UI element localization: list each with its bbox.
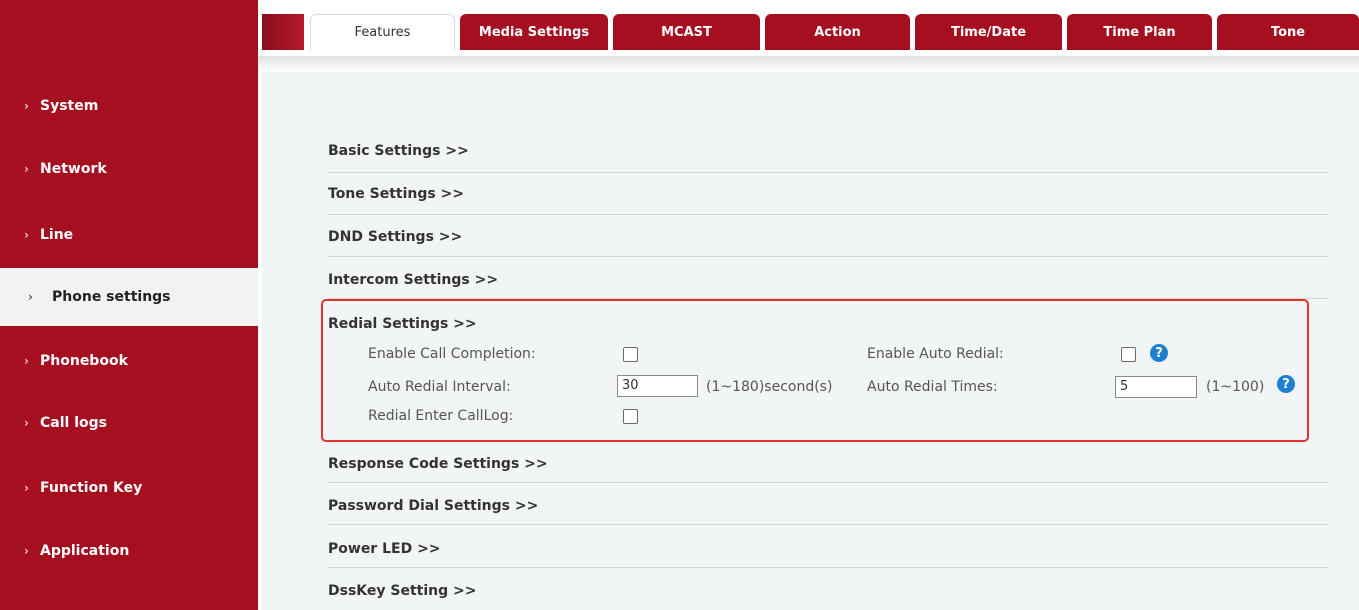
enable-call-completion-checkbox[interactable] [623, 347, 638, 362]
top-bar-shadow [258, 56, 1359, 72]
enable-auto-redial-label: Enable Auto Redial: [867, 346, 1004, 362]
sidebar-item-line[interactable]: › Line [0, 206, 258, 264]
help-icon[interactable]: ? [1277, 375, 1295, 393]
chevron-right-icon: › [24, 416, 29, 430]
sidebar-item-application[interactable]: › Application [0, 522, 258, 580]
divider [328, 482, 1328, 483]
divider [328, 256, 1328, 257]
chevron-right-icon: › [24, 354, 29, 368]
tab-time-plan[interactable]: Time Plan [1067, 14, 1212, 50]
section-intercom-settings[interactable]: Intercom Settings >> [328, 272, 498, 288]
chevron-right-icon: › [24, 228, 29, 242]
auto-redial-times-input[interactable]: 5 [1115, 376, 1197, 398]
section-basic-settings[interactable]: Basic Settings >> [328, 143, 469, 159]
sidebar-item-label: Application [40, 543, 130, 559]
redial-enter-calllog-label: Redial Enter CallLog: [368, 408, 514, 424]
sidebar-item-label: Network [40, 161, 107, 177]
sidebar-header [0, 0, 262, 72]
section-dnd-settings[interactable]: DND Settings >> [328, 229, 462, 245]
section-dsskey-setting[interactable]: DssKey Setting >> [328, 583, 476, 599]
sidebar-item-label: Line [40, 227, 74, 243]
chevron-right-icon: › [24, 481, 29, 495]
sidebar-item-call-logs[interactable]: › Call logs [0, 394, 258, 452]
interval-range-text: (1~180)second(s) [706, 379, 833, 395]
section-password-dial-settings[interactable]: Password Dial Settings >> [328, 498, 538, 514]
enable-call-completion-label: Enable Call Completion: [368, 346, 536, 362]
tab-mcast[interactable]: MCAST [613, 14, 760, 50]
auto-redial-interval-input[interactable]: 30 [617, 375, 698, 397]
section-redial-settings[interactable]: Redial Settings >> [328, 316, 477, 332]
tab-time-date[interactable]: Time/Date [915, 14, 1062, 50]
chevron-right-icon: › [24, 162, 29, 176]
chevron-right-icon: › [24, 99, 29, 113]
sidebar: › System › Network › Line › Phone settin… [0, 0, 262, 610]
sidebar-item-phone-settings[interactable]: › Phone settings [0, 268, 258, 326]
divider [328, 567, 1328, 568]
sidebar-item-label: System [40, 98, 99, 114]
sidebar-item-label: Phonebook [40, 353, 128, 369]
section-tone-settings[interactable]: Tone Settings >> [328, 186, 464, 202]
help-icon[interactable]: ? [1150, 344, 1168, 362]
sidebar-item-system[interactable]: › System [0, 77, 258, 135]
divider [328, 524, 1328, 525]
section-power-led[interactable]: Power LED >> [328, 541, 441, 557]
tab-action[interactable]: Action [765, 14, 910, 50]
enable-auto-redial-checkbox[interactable] [1121, 347, 1136, 362]
tab-strip-edge [262, 14, 304, 50]
sidebar-item-function-key[interactable]: › Function Key [0, 459, 258, 517]
sidebar-item-network[interactable]: › Network [0, 140, 258, 198]
sidebar-item-phonebook[interactable]: › Phonebook [0, 332, 258, 390]
divider [328, 172, 1328, 173]
sidebar-item-label: Call logs [40, 415, 107, 431]
sidebar-item-label: Function Key [40, 480, 143, 496]
auto-redial-interval-label: Auto Redial Interval: [368, 379, 511, 395]
section-response-code-settings[interactable]: Response Code Settings >> [328, 456, 548, 472]
tab-media-settings[interactable]: Media Settings [460, 14, 608, 50]
auto-redial-times-label: Auto Redial Times: [867, 379, 998, 395]
chevron-right-icon: › [28, 290, 33, 304]
times-range-text: (1~100) [1206, 379, 1265, 395]
tab-tone[interactable]: Tone [1217, 14, 1359, 50]
chevron-right-icon: › [24, 544, 29, 558]
sidebar-item-label: Phone settings [52, 289, 171, 305]
redial-enter-calllog-checkbox[interactable] [623, 409, 638, 424]
tab-features[interactable]: Features [310, 14, 455, 50]
divider [328, 214, 1328, 215]
